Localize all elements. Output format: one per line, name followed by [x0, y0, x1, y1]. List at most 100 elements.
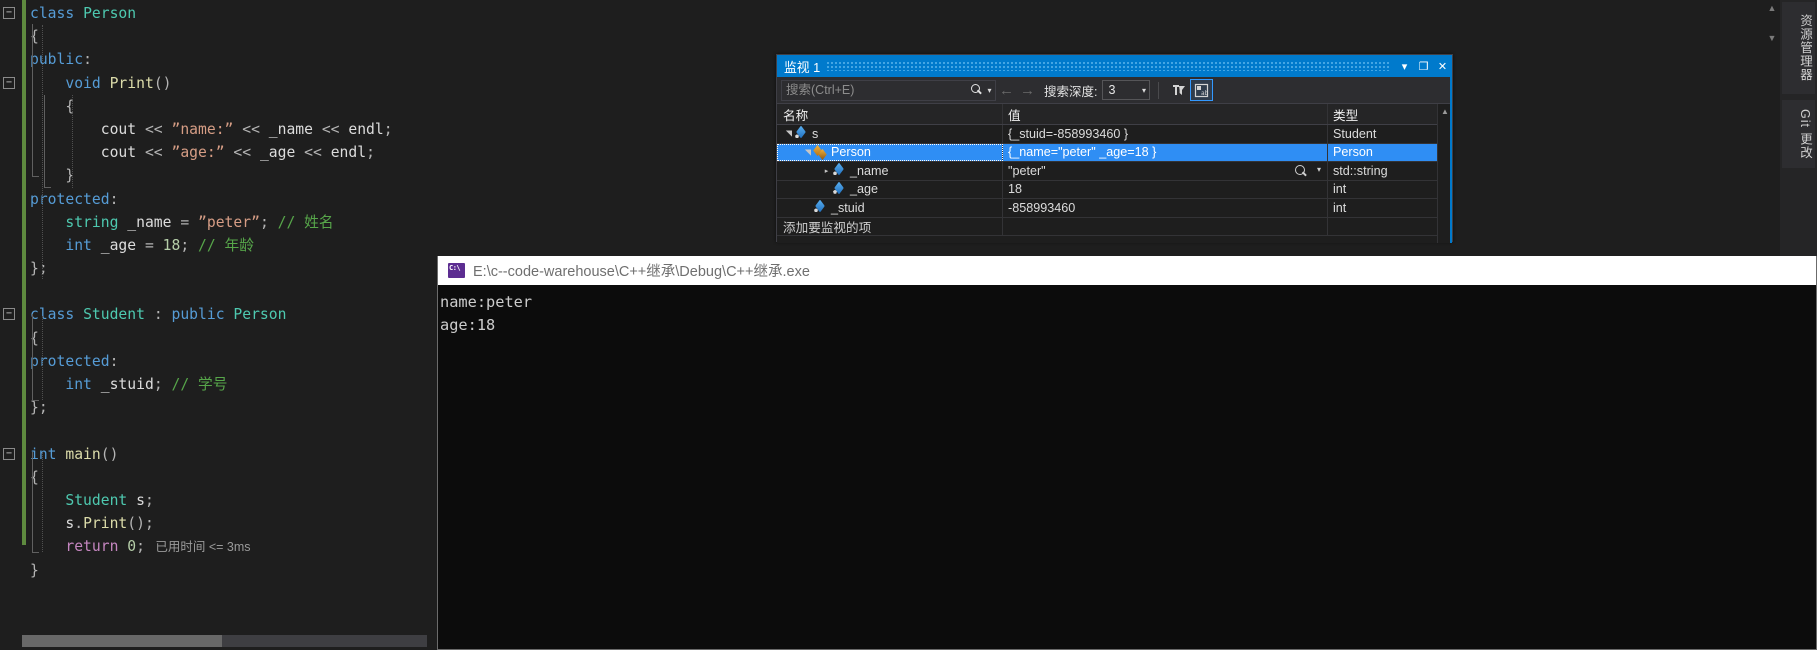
add-watch-placeholder[interactable]: 添加要监视的项: [777, 217, 1003, 235]
watch-window[interactable]: 监视 1 ▾ ❐ ✕ ▾ ← → 搜索深度: 3 ▾: [776, 54, 1453, 243]
column-header-type[interactable]: 类型: [1328, 104, 1438, 124]
code-line: − class Person: [3, 2, 437, 25]
code-token: ”peter”: [198, 213, 260, 231]
string-viewer-magnifier-icon[interactable]: [1294, 164, 1308, 178]
watch-row-type-cell: int: [1328, 199, 1438, 217]
code-token: public: [30, 51, 84, 69]
watch-window-titlebar[interactable]: 监视 1 ▾ ❐ ✕: [777, 55, 1452, 77]
code-token: .: [74, 515, 84, 533]
expander-collapse-icon[interactable]: ◢: [803, 147, 812, 158]
hex-display-icon[interactable]: ab: [1190, 79, 1214, 101]
field-cube-icon: [794, 127, 809, 140]
code-line: public:: [30, 48, 437, 71]
code-token: ;: [383, 120, 393, 138]
fold-toggle-icon[interactable]: −: [3, 308, 15, 321]
code-line: − int main(): [3, 443, 437, 466]
console-window[interactable]: E:\c--code-warehouse\C++继承\Debug\C++继承.e…: [437, 256, 1817, 650]
git-changes-tab[interactable]: Git 更改: [1782, 100, 1815, 168]
magnifier-icon[interactable]: [968, 82, 984, 99]
watch-row-value: 18: [1008, 182, 1023, 197]
titlebar-drag-dots[interactable]: [826, 61, 1389, 71]
watch-row-value-cell[interactable]: 18: [1003, 180, 1328, 198]
structure-guide: [32, 314, 33, 400]
scroll-up-icon[interactable]: ▲: [1764, 0, 1780, 16]
watch-row[interactable]: ◢ s {_stuid=-858993460 } Student: [777, 125, 1452, 144]
watch-maximize-icon[interactable]: ❐: [1414, 56, 1433, 76]
code-line: − void Print(): [3, 72, 437, 95]
fold-toggle-icon[interactable]: −: [3, 447, 15, 460]
search-depth-value: 3: [1108, 83, 1116, 97]
code-token: (): [127, 515, 145, 533]
watch-row-name: _stuid: [831, 200, 865, 215]
code-token: <<: [313, 120, 349, 138]
indent-guide: [42, 25, 43, 279]
watch-row[interactable]: ▸ _name "peter" ▾ std::string: [777, 162, 1452, 181]
code-line: protected:: [30, 188, 437, 211]
scroll-down-icon[interactable]: ▼: [1764, 30, 1780, 46]
expander-collapse-icon[interactable]: ◢: [784, 128, 793, 139]
search-depth-select[interactable]: 3 ▾: [1102, 80, 1151, 100]
code-line: };: [30, 396, 437, 419]
code-token: :: [153, 306, 172, 324]
chevron-down-icon[interactable]: ▾: [1138, 86, 1149, 95]
watch-row-value-cell[interactable]: -858993460: [1003, 199, 1328, 217]
code-text-area[interactable]: − class Person{public: − void Print() { co…: [3, 2, 437, 650]
add-watch-row[interactable]: 添加要监视的项: [777, 217, 1452, 236]
code-line: string _name = ”peter”; // 姓名: [30, 211, 437, 234]
watch-row-name-cell[interactable]: ▸ _name: [777, 162, 1003, 180]
string-viewer-chevron-down-icon[interactable]: ▾: [1317, 165, 1321, 174]
watch-row-name-cell[interactable]: _age: [777, 180, 1003, 198]
expander-expand-icon[interactable]: ▸: [821, 167, 832, 175]
code-token: <<: [144, 144, 172, 162]
watch-row-name: s: [812, 126, 819, 141]
watch-row-value-cell[interactable]: {_stuid=-858993460 }: [1003, 125, 1328, 143]
watch-row-type-cell: Person: [1328, 144, 1438, 162]
watch-dropdown-icon[interactable]: ▾: [1395, 56, 1414, 76]
search-input[interactable]: [782, 83, 968, 97]
code-token: class: [30, 306, 84, 324]
code-token: ;: [259, 213, 278, 231]
search-back-arrow-icon[interactable]: ←: [996, 82, 1017, 99]
watch-row[interactable]: _age 18 int: [777, 180, 1452, 199]
column-header-value[interactable]: 值: [1003, 104, 1328, 124]
structure-guide-foot: [32, 400, 39, 401]
watch-row-value-cell[interactable]: "peter" ▾: [1003, 162, 1328, 180]
console-titlebar[interactable]: E:\c--code-warehouse\C++继承\Debug\C++继承.e…: [438, 256, 1816, 285]
structure-guide: [44, 95, 45, 187]
search-options-chevron-down-icon[interactable]: ▾: [984, 86, 995, 95]
watch-row-name-cell[interactable]: ◢ s: [777, 125, 1003, 143]
code-line: {: [30, 25, 437, 48]
watch-row-name-cell[interactable]: _stuid: [777, 199, 1003, 217]
watch-row-value: "peter": [1008, 163, 1046, 178]
code-token: Student: [83, 306, 154, 324]
code-token: Person: [233, 306, 287, 324]
solution-explorer-tab[interactable]: 资源管理器: [1782, 2, 1815, 94]
code-token: :: [83, 51, 92, 69]
field-cube-icon: [832, 164, 847, 177]
watch-row[interactable]: ◢ Person {_name="peter" _age=18 } Person: [777, 143, 1452, 162]
code-token: ;: [366, 144, 375, 162]
watch-row-type: Person: [1333, 145, 1373, 160]
watch-row-name-cell[interactable]: ◢ Person: [777, 143, 1003, 161]
editor-horizontal-scrollbar[interactable]: [22, 635, 427, 647]
fold-toggle-icon[interactable]: −: [3, 76, 15, 89]
code-line: protected:: [30, 350, 437, 373]
code-editor[interactable]: − class Person{public: − void Print() { co…: [0, 0, 437, 650]
watch-row-type: int: [1333, 182, 1347, 197]
watch-row-type: int: [1333, 200, 1347, 215]
search-forward-arrow-icon[interactable]: →: [1017, 82, 1038, 99]
watch-variable-grid[interactable]: 名称 值 类型 ◢ s {_stuid=-858993460 } Student ◢ Pe…: [777, 104, 1452, 243]
pin-filter-icon[interactable]: [1167, 79, 1190, 101]
structure-guide-foot: [32, 176, 39, 177]
code-token: }: [30, 561, 39, 579]
code-token: endl: [330, 144, 367, 162]
watch-row[interactable]: _stuid -858993460 int: [777, 199, 1452, 218]
fold-toggle-icon[interactable]: −: [3, 7, 15, 19]
search-box[interactable]: ▾: [781, 79, 996, 101]
watch-row-value-cell[interactable]: {_name="peter" _age=18 }: [1003, 143, 1328, 161]
watch-window-title: 监视 1: [784, 59, 821, 75]
cmd-prompt-icon: [448, 263, 465, 278]
column-header-name[interactable]: 名称: [777, 104, 1003, 124]
code-line: int _age = 18; // 年龄: [30, 234, 437, 257]
